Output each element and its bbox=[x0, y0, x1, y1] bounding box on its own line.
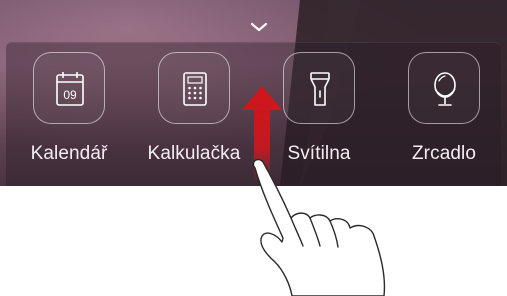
swipe-up-hand-icon bbox=[252, 158, 386, 296]
